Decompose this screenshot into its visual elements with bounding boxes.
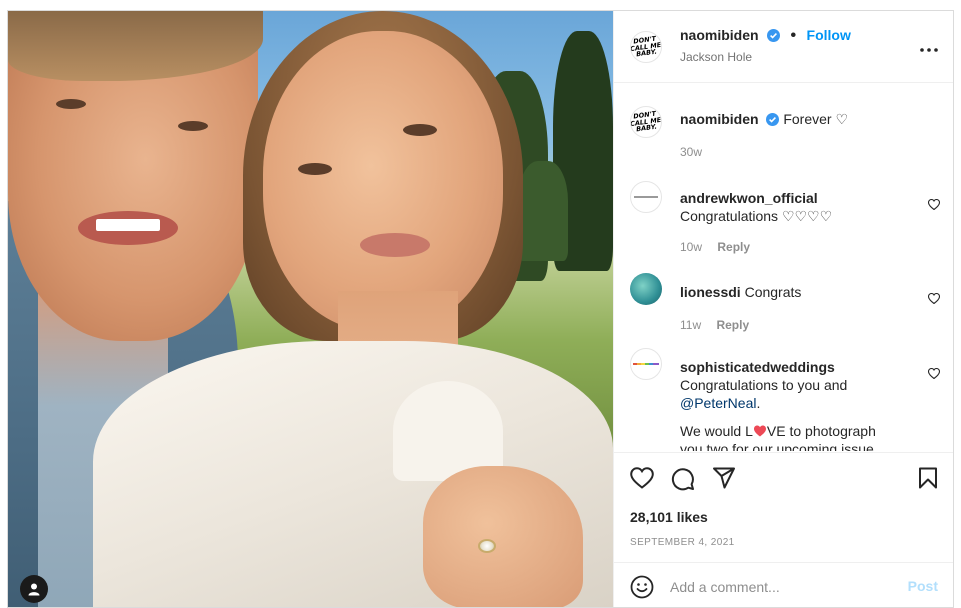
engagement-ring <box>478 539 496 553</box>
comment-text: Congratulations ♡♡♡♡ <box>680 208 833 224</box>
avatar-logo-text: DON'T CALL ME BABY. <box>630 109 662 134</box>
red-heart-emoji-icon <box>753 423 767 439</box>
comments-list[interactable]: DON'T CALL ME BABY. naomibiden Forever ♡… <box>614 84 953 451</box>
save-bookmark-icon[interactable] <box>918 467 938 494</box>
comment-text: We would L <box>680 423 753 439</box>
caption: DON'T CALL ME BABY. naomibiden Forever ♡… <box>630 106 940 166</box>
comment-text: VE to photograph <box>766 423 876 439</box>
follow-button[interactable]: Follow <box>807 27 851 43</box>
post-date: SEPTEMBER 4, 2021 <box>630 537 735 548</box>
caption-avatar[interactable]: DON'T CALL ME BABY. <box>630 106 662 138</box>
comment-age: 11w <box>680 318 702 332</box>
verified-badge-icon <box>767 29 781 47</box>
post-header: DON'T CALL ME BABY. naomibiden • Follow … <box>614 11 953 83</box>
mention-link[interactable]: @PeterNeal <box>680 395 756 411</box>
comment-text: Congrats <box>744 284 802 300</box>
andrewkwon-logo-avatar[interactable] <box>630 181 662 213</box>
comment-username[interactable]: lionessdi <box>680 284 741 300</box>
add-comment-input[interactable] <box>670 575 890 599</box>
reply-button[interactable]: Reply <box>717 240 750 254</box>
profile-avatar[interactable]: DON'T CALL ME BABY. <box>630 31 662 63</box>
caption-text: Forever ♡ <box>783 111 849 127</box>
like-heart-icon[interactable] <box>630 467 654 494</box>
post-comment-button[interactable]: Post <box>908 578 938 594</box>
caption-age: 30w <box>680 145 703 159</box>
avatar-logo-text: DON'T CALL ME BABY. <box>630 34 662 59</box>
comment-like-icon[interactable] <box>927 197 941 215</box>
comment-bubble-icon[interactable] <box>671 467 695 496</box>
header-username[interactable]: naomibiden <box>680 27 759 43</box>
tagged-users-icon[interactable] <box>20 575 48 603</box>
comment-username[interactable]: sophisticatedweddings <box>680 358 920 376</box>
comment-like-icon[interactable] <box>927 291 941 309</box>
comment-item: sophisticatedweddings Congratulations to… <box>630 346 941 451</box>
comment-text: . <box>756 395 761 411</box>
likes-count[interactable]: 28,101 likes <box>630 509 708 525</box>
comment-text: you two for our upcoming issue <box>680 441 874 451</box>
comment-text: Congratulations to you and <box>680 377 848 393</box>
comment-item: lionessdi Congrats 11w Reply <box>630 271 941 332</box>
post-photo[interactable] <box>8 11 613 607</box>
comment-like-icon[interactable] <box>927 366 941 384</box>
comment-item: andrewkwon_official Congratulations ♡♡♡♡… <box>630 181 941 254</box>
post-side-panel: DON'T CALL ME BABY. naomibiden • Follow … <box>613 11 953 607</box>
comment-age: 10w <box>680 240 703 254</box>
comment-username[interactable]: andrewkwon_official <box>680 189 920 207</box>
lionessdi-avatar[interactable] <box>630 273 662 305</box>
share-send-icon[interactable] <box>712 467 736 494</box>
post-actions: 28,101 likes SEPTEMBER 4, 2021 <box>614 452 953 562</box>
separator-dot: • <box>790 27 797 44</box>
weddings-logo-avatar[interactable] <box>630 348 662 380</box>
emoji-smiley-icon[interactable] <box>630 575 654 604</box>
reply-button[interactable]: Reply <box>716 318 749 332</box>
more-options-icon[interactable] <box>920 39 938 57</box>
location-link[interactable]: Jackson Hole <box>680 50 752 64</box>
verified-badge-icon <box>766 112 780 130</box>
caption-username[interactable]: naomibiden <box>680 111 759 127</box>
add-comment-bar: Post <box>614 562 953 607</box>
instagram-post-modal: DON'T CALL ME BABY. naomibiden • Follow … <box>7 10 954 608</box>
